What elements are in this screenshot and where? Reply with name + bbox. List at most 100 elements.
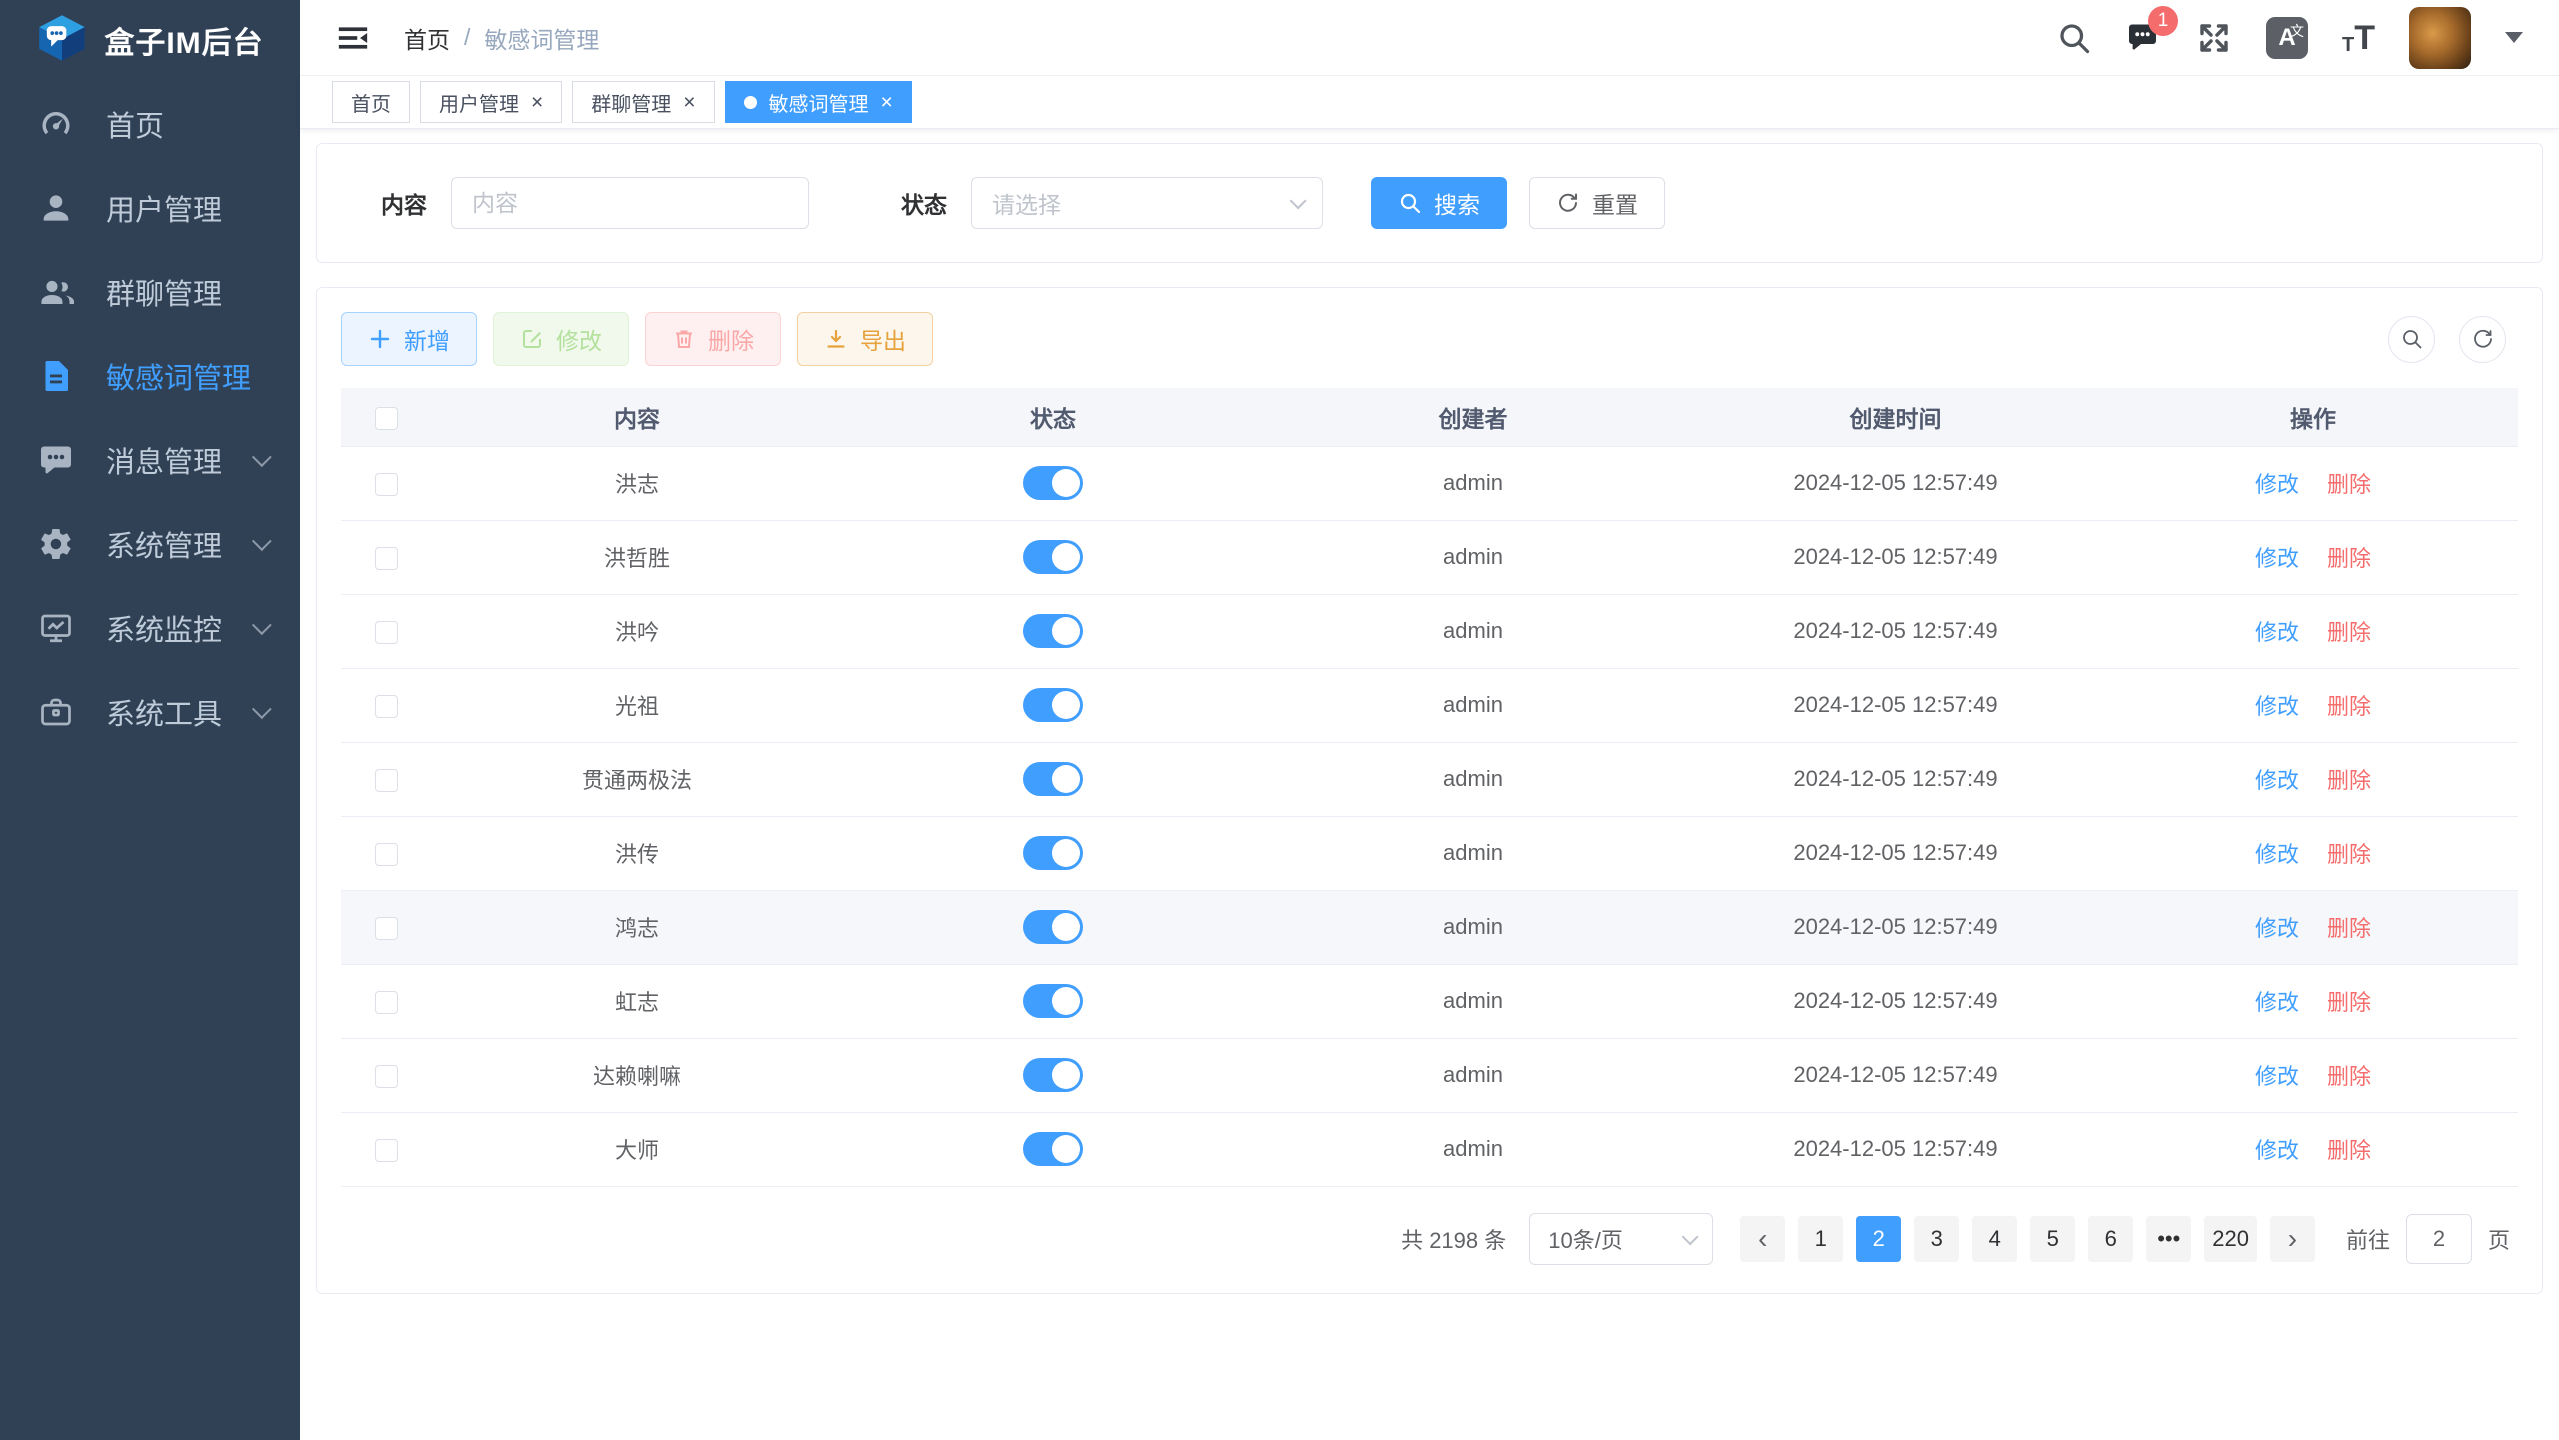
row-delete-link[interactable]: 删除 — [2327, 916, 2371, 941]
page-button-3[interactable]: 3 — [1914, 1216, 1959, 1262]
row-checkbox[interactable] — [375, 621, 398, 644]
sidebar-item-system-tools[interactable]: 系统工具 — [0, 670, 300, 754]
row-delete-link[interactable]: 删除 — [2327, 620, 2371, 645]
search-button[interactable]: 搜索 — [1371, 177, 1507, 229]
row-delete-link[interactable]: 删除 — [2327, 1138, 2371, 1163]
goto-page-input[interactable] — [2406, 1214, 2472, 1264]
row-checkbox[interactable] — [375, 917, 398, 940]
content-filter-input[interactable] — [451, 177, 809, 229]
row-edit-link[interactable]: 修改 — [2255, 546, 2299, 571]
sidebar-collapse-icon[interactable] — [336, 21, 370, 55]
cell-creator: admin — [1263, 594, 1683, 668]
row-checkbox[interactable] — [375, 547, 398, 570]
search-icon[interactable] — [2056, 20, 2092, 56]
pagination: 共 2198 条 10条/页 ‹ 1 2 3 4 5 6 ••• 220 › 前… — [341, 1213, 2518, 1265]
row-checkbox[interactable] — [375, 843, 398, 866]
row-checkbox[interactable] — [375, 1065, 398, 1088]
row-checkbox[interactable] — [375, 769, 398, 792]
row-delete-link[interactable]: 删除 — [2327, 842, 2371, 867]
next-page-button[interactable]: › — [2270, 1216, 2315, 1262]
status-toggle[interactable] — [1023, 836, 1083, 870]
export-button[interactable]: 导出 — [797, 312, 933, 366]
row-edit-link[interactable]: 修改 — [2255, 768, 2299, 793]
caret-down-icon[interactable] — [2505, 32, 2523, 43]
row-edit-link[interactable]: 修改 — [2255, 472, 2299, 497]
page-button-5[interactable]: 5 — [2030, 1216, 2075, 1262]
table-row: 大师 admin 2024-12-05 12:57:49 修改删除 — [341, 1112, 2518, 1186]
status-toggle[interactable] — [1023, 688, 1083, 722]
add-button[interactable]: 新增 — [341, 312, 477, 366]
avatar[interactable] — [2409, 7, 2471, 69]
delete-button[interactable]: 删除 — [645, 312, 781, 366]
row-edit-link[interactable]: 修改 — [2255, 990, 2299, 1015]
toolbox-icon — [38, 694, 74, 730]
language-icon[interactable]: A文 — [2266, 17, 2308, 59]
row-delete-link[interactable]: 删除 — [2327, 546, 2371, 571]
toggle-search-button[interactable] — [2388, 316, 2435, 363]
close-icon[interactable]: × — [881, 92, 893, 113]
row-checkbox[interactable] — [375, 695, 398, 718]
close-icon[interactable]: × — [531, 92, 543, 113]
tab-group-management[interactable]: 群聊管理 × — [572, 81, 714, 123]
row-edit-link[interactable]: 修改 — [2255, 842, 2299, 867]
row-checkbox[interactable] — [375, 473, 398, 496]
cell-creator: admin — [1263, 1112, 1683, 1186]
page-button-2-current[interactable]: 2 — [1856, 1216, 1901, 1262]
table-row: 达赖喇嘛 admin 2024-12-05 12:57:49 修改删除 — [341, 1038, 2518, 1112]
status-toggle[interactable] — [1023, 984, 1083, 1018]
page-button-6[interactable]: 6 — [2088, 1216, 2133, 1262]
breadcrumb-home[interactable]: 首页 — [404, 21, 450, 55]
reset-button[interactable]: 重置 — [1529, 177, 1665, 229]
close-icon[interactable]: × — [683, 92, 695, 113]
page-size-select[interactable]: 10条/页 — [1529, 1213, 1713, 1265]
status-toggle[interactable] — [1023, 910, 1083, 944]
refresh-table-button[interactable] — [2459, 316, 2506, 363]
fullscreen-icon[interactable] — [2196, 20, 2232, 56]
sidebar-item-group-management[interactable]: 群聊管理 — [0, 250, 300, 334]
app-logo[interactable]: 盒子IM后台 — [0, 0, 300, 80]
message-count-badge: 1 — [2148, 6, 2178, 36]
page-button-1[interactable]: 1 — [1798, 1216, 1843, 1262]
row-delete-link[interactable]: 删除 — [2327, 1064, 2371, 1089]
status-filter-select[interactable]: 请选择 — [971, 177, 1323, 229]
sidebar-item-message-management[interactable]: 消息管理 — [0, 418, 300, 502]
row-checkbox[interactable] — [375, 1139, 398, 1162]
status-toggle[interactable] — [1023, 1058, 1083, 1092]
status-toggle[interactable] — [1023, 762, 1083, 796]
select-all-checkbox[interactable] — [375, 407, 398, 430]
sidebar: 盒子IM后台 首页 用户管理 群聊管理 敏感词管理 — [0, 0, 300, 1440]
page-button-last[interactable]: 220 — [2204, 1216, 2257, 1262]
font-size-icon[interactable]: TT — [2342, 21, 2375, 55]
row-edit-link[interactable]: 修改 — [2255, 916, 2299, 941]
sidebar-item-system-management[interactable]: 系统管理 — [0, 502, 300, 586]
tab-bar: 首页 用户管理 × 群聊管理 × 敏感词管理 × — [300, 76, 2559, 129]
messages-icon[interactable]: 1 — [2126, 20, 2162, 56]
sidebar-menu: 首页 用户管理 群聊管理 敏感词管理 消息管理 — [0, 82, 300, 754]
row-edit-link[interactable]: 修改 — [2255, 1064, 2299, 1089]
status-toggle[interactable] — [1023, 466, 1083, 500]
tab-home[interactable]: 首页 — [332, 81, 410, 123]
row-delete-link[interactable]: 删除 — [2327, 990, 2371, 1015]
sidebar-item-user-management[interactable]: 用户管理 — [0, 166, 300, 250]
row-edit-link[interactable]: 修改 — [2255, 620, 2299, 645]
status-toggle[interactable] — [1023, 1132, 1083, 1166]
row-edit-link[interactable]: 修改 — [2255, 1138, 2299, 1163]
refresh-icon — [1556, 191, 1580, 215]
page-button-4[interactable]: 4 — [1972, 1216, 2017, 1262]
row-delete-link[interactable]: 删除 — [2327, 768, 2371, 793]
tab-sensitive-words[interactable]: 敏感词管理 × — [725, 81, 912, 123]
tab-user-management[interactable]: 用户管理 × — [420, 81, 562, 123]
edit-button[interactable]: 修改 — [493, 312, 629, 366]
sidebar-item-sensitive-words[interactable]: 敏感词管理 — [0, 334, 300, 418]
row-edit-link[interactable]: 修改 — [2255, 694, 2299, 719]
more-pages-button[interactable]: ••• — [2146, 1216, 2191, 1262]
status-toggle[interactable] — [1023, 540, 1083, 574]
table-row: 洪志 admin 2024-12-05 12:57:49 修改删除 — [341, 446, 2518, 520]
row-delete-link[interactable]: 删除 — [2327, 694, 2371, 719]
prev-page-button[interactable]: ‹ — [1740, 1216, 1785, 1262]
row-checkbox[interactable] — [375, 991, 398, 1014]
sidebar-item-home[interactable]: 首页 — [0, 82, 300, 166]
sidebar-item-system-monitor[interactable]: 系统监控 — [0, 586, 300, 670]
row-delete-link[interactable]: 删除 — [2327, 472, 2371, 497]
status-toggle[interactable] — [1023, 614, 1083, 648]
